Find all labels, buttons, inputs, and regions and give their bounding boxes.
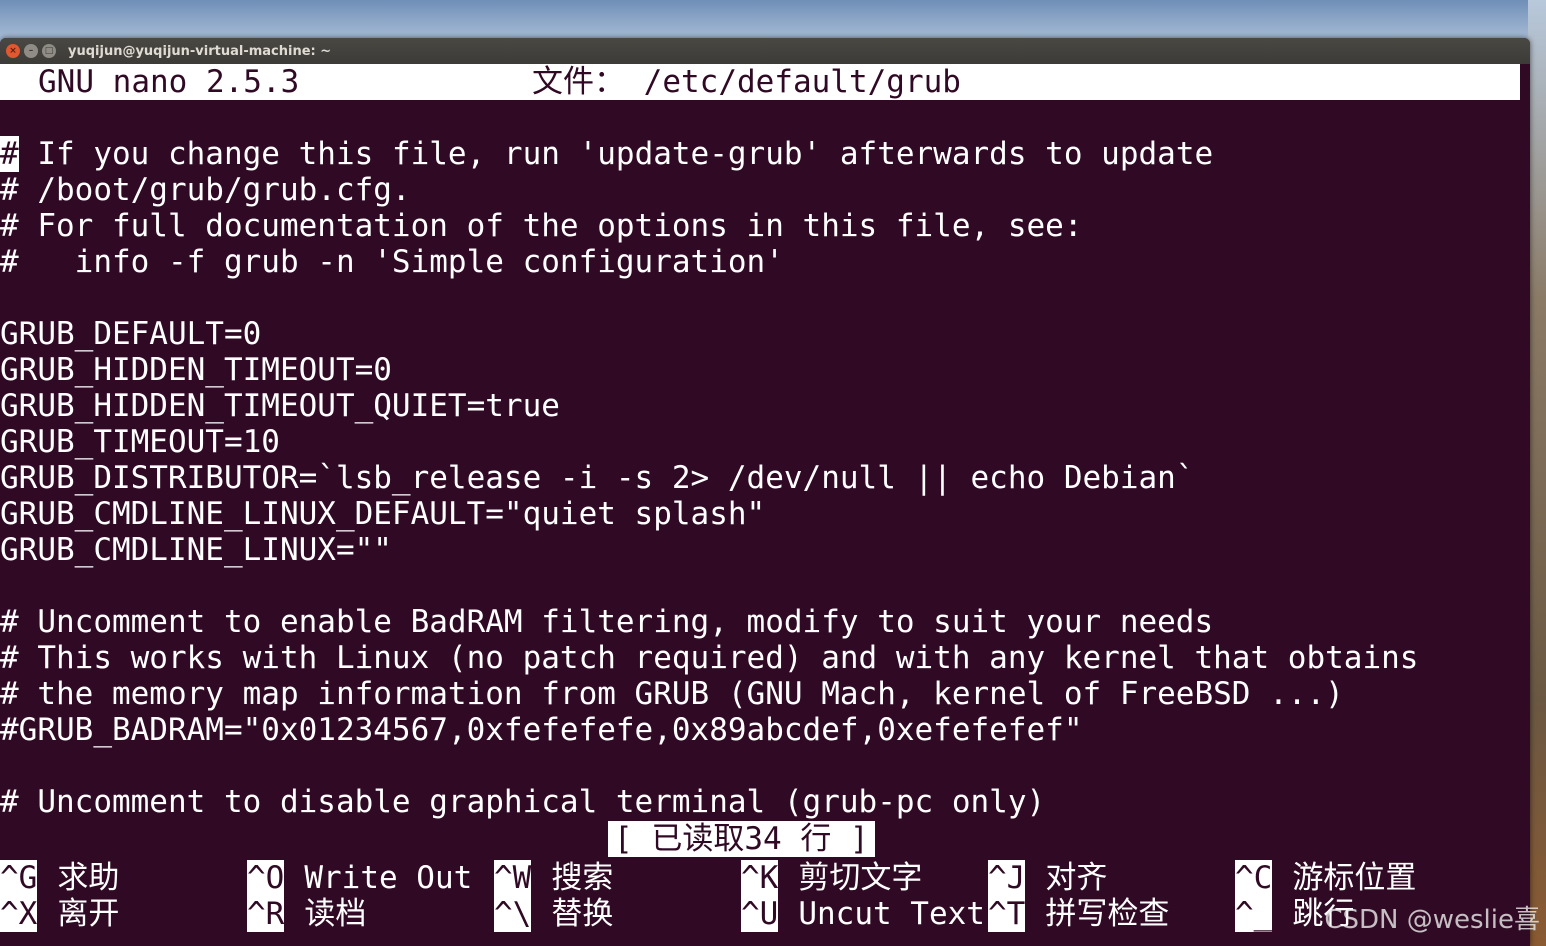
file-name: 文件： /etc/default/grub xyxy=(532,64,961,100)
shortcut-search[interactable]: ^W 搜索 xyxy=(494,860,613,896)
shortcut-key: ^X xyxy=(0,896,38,932)
editor-line[interactable]: # Uncomment to disable graphical termina… xyxy=(0,784,1045,820)
shortcut-label: 离开 xyxy=(57,896,120,932)
editor-line[interactable]: GRUB_HIDDEN_TIMEOUT=0 xyxy=(0,352,392,388)
shortcut-label: 对齐 xyxy=(1045,860,1108,896)
title-bar[interactable]: × – □ yuqijun@yuqijun-virtual-machine: ~ xyxy=(0,38,1530,64)
window-controls: × – □ xyxy=(6,44,56,58)
window-title: yuqijun@yuqijun-virtual-machine: ~ xyxy=(68,43,332,59)
editor-line[interactable]: # /boot/grub/grub.cfg. xyxy=(0,172,411,208)
shortcut-write-out[interactable]: ^O Write Out xyxy=(247,860,472,896)
shortcut-key: ^T xyxy=(988,896,1026,932)
terminal-window[interactable]: × – □ yuqijun@yuqijun-virtual-machine: ~… xyxy=(0,38,1530,946)
shortcut-cursor-pos[interactable]: ^C 游标位置 xyxy=(1235,860,1416,896)
shortcut-justify[interactable]: ^J 对齐 xyxy=(988,860,1107,896)
minimize-icon[interactable]: – xyxy=(24,44,38,58)
editor-line[interactable]: GRUB_DEFAULT=0 xyxy=(0,316,261,352)
shortcut-read-file[interactable]: ^R 读档 xyxy=(247,896,366,932)
shortcut-label: 搜索 xyxy=(551,860,614,896)
shortcut-label: 替换 xyxy=(551,896,614,932)
shortcut-key: ^U xyxy=(741,896,779,932)
shortcut-label: 剪切文字 xyxy=(798,860,923,896)
editor-line[interactable]: # info -f grub -n 'Simple configuration' xyxy=(0,244,784,280)
shortcut-label: 读档 xyxy=(304,896,367,932)
editor-line[interactable]: GRUB_DISTRIBUTOR=`lsb_release -i -s 2> /… xyxy=(0,460,1194,496)
shortcut-key: ^O xyxy=(247,860,285,896)
nano-header: GNU nano 2.5.3 文件： /etc/default/grub xyxy=(0,64,1520,100)
editor-line[interactable]: GRUB_TIMEOUT=10 xyxy=(0,424,280,460)
editor-line[interactable]: # the memory map information from GRUB (… xyxy=(0,676,1344,712)
shortcut-label: 游标位置 xyxy=(1292,860,1417,896)
desktop-background xyxy=(1528,0,1546,946)
shortcut-key: ^R xyxy=(247,896,285,932)
editor-line[interactable]: #GRUB_BADRAM="0x01234567,0xfefefefe,0x89… xyxy=(0,712,1083,748)
shortcut-exit[interactable]: ^X 离开 xyxy=(0,896,119,932)
shortcut-key: ^K xyxy=(741,860,779,896)
editor-line[interactable]: # Uncomment to enable BadRAM filtering, … xyxy=(0,604,1213,640)
shortcut-label: 拼写检查 xyxy=(1045,896,1170,932)
shortcut-key: ^\ xyxy=(494,896,532,932)
editor-line[interactable]: # This works with Linux (no patch requir… xyxy=(0,640,1418,676)
shortcut-key: ^G xyxy=(0,860,38,896)
shortcut-label: Write Out xyxy=(304,860,473,896)
shortcut-uncut-text[interactable]: ^U Uncut Text xyxy=(741,896,985,932)
editor-line[interactable]: GRUB_CMDLINE_LINUX="" xyxy=(0,532,392,568)
shortcut-key: ^_ xyxy=(1235,896,1273,932)
status-message: [ 已读取34 行 ] xyxy=(608,821,875,857)
shortcut-spell-check[interactable]: ^T 拼写检查 xyxy=(988,896,1169,932)
editor-line[interactable]: # For full documentation of the options … xyxy=(0,208,1083,244)
shortcut-cut-text[interactable]: ^K 剪切文字 xyxy=(741,860,922,896)
editor-line[interactable]: GRUB_CMDLINE_LINUX_DEFAULT="quiet splash… xyxy=(0,496,765,532)
text-cursor: # xyxy=(0,136,19,172)
shortcut-key: ^W xyxy=(494,860,532,896)
maximize-icon[interactable]: □ xyxy=(42,44,56,58)
watermark: CSDN @weslie喜 xyxy=(1324,905,1540,935)
nano-version: GNU nano 2.5.3 xyxy=(38,64,300,100)
editor-line[interactable]: GRUB_HIDDEN_TIMEOUT_QUIET=true xyxy=(0,388,560,424)
shortcut-help[interactable]: ^G 求助 xyxy=(0,860,119,896)
close-icon[interactable]: × xyxy=(6,44,20,58)
shortcut-key: ^C xyxy=(1235,860,1273,896)
line-text: If you change this file, run 'update-gru… xyxy=(18,136,1214,172)
shortcut-label: 求助 xyxy=(57,860,120,896)
terminal-area[interactable]: GNU nano 2.5.3 文件： /etc/default/grub # I… xyxy=(0,64,1530,946)
editor-line[interactable]: # If you change this file, run 'update-g… xyxy=(0,136,1213,172)
shortcut-replace[interactable]: ^\ 替换 xyxy=(494,896,613,932)
shortcut-key: ^J xyxy=(988,860,1026,896)
shortcut-label: Uncut Text xyxy=(798,896,985,932)
